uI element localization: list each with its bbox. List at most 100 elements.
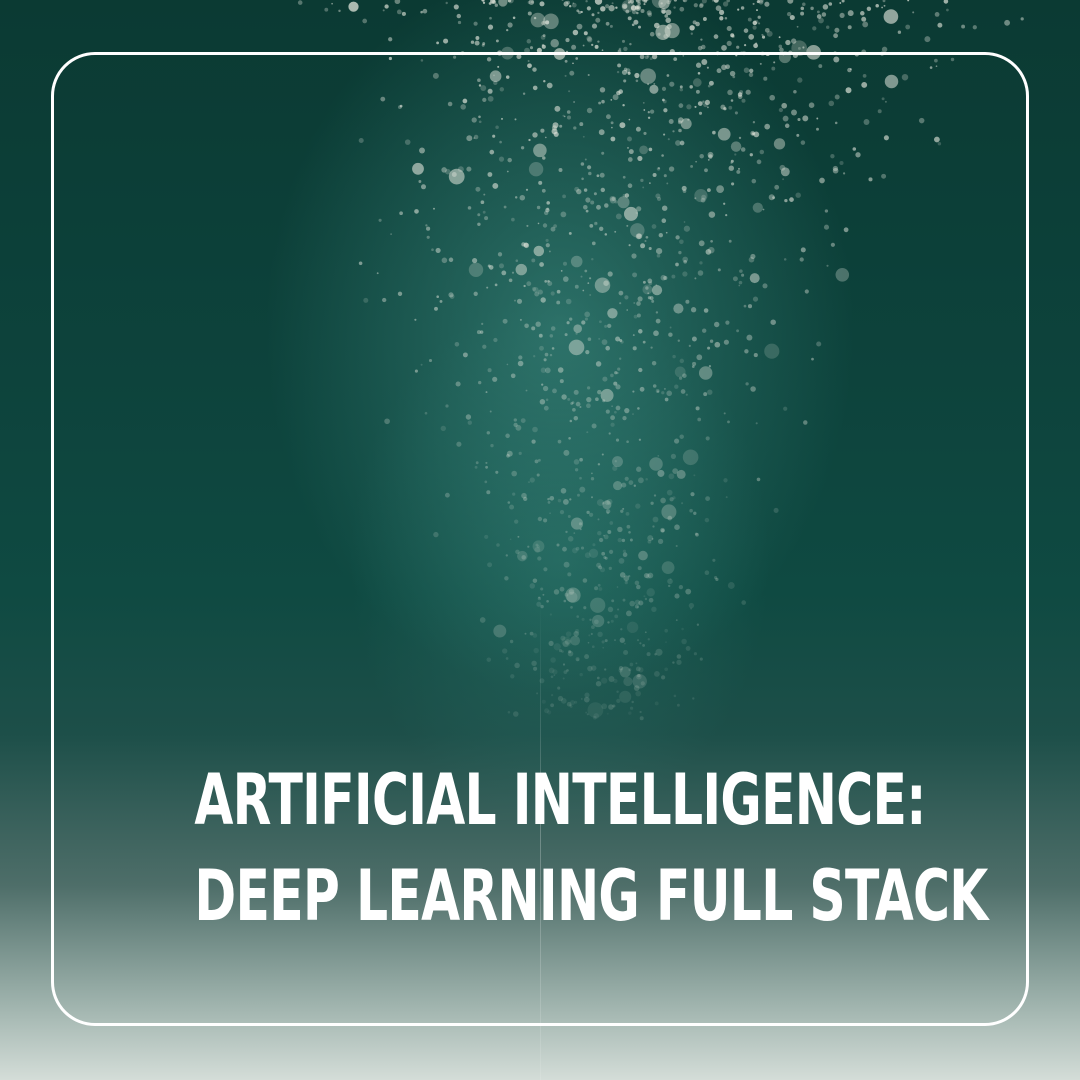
bubble <box>396 9 402 15</box>
bubble <box>907 0 910 2</box>
bubble <box>882 0 886 3</box>
title-line-2: DEEP LEARNING FULL STACK <box>194 855 988 937</box>
bubble <box>689 25 695 31</box>
bubble <box>506 28 509 32</box>
bubble <box>713 34 719 39</box>
bubble <box>761 35 766 39</box>
bubble <box>753 43 758 49</box>
bubble <box>571 44 577 50</box>
bubble <box>702 17 707 21</box>
bubble <box>883 9 899 24</box>
bubble <box>627 1 631 4</box>
bubble <box>621 3 628 9</box>
bubble <box>862 21 869 28</box>
bubble <box>786 11 792 17</box>
bubble <box>796 25 799 28</box>
bubble <box>605 21 610 26</box>
bubble <box>764 1 770 7</box>
bubble <box>758 22 761 25</box>
bubble <box>608 5 615 12</box>
bubble <box>420 10 423 14</box>
bubble <box>1020 17 1024 21</box>
bubble <box>934 12 940 17</box>
bubble <box>701 44 706 50</box>
bubble <box>331 2 333 5</box>
bubble <box>384 4 389 9</box>
bubble <box>743 28 749 33</box>
bubble <box>594 0 603 5</box>
bubble <box>539 1 545 7</box>
bubble <box>1004 19 1011 26</box>
bubble <box>713 0 719 3</box>
bubble <box>489 16 492 20</box>
bubble <box>778 36 781 39</box>
bubble <box>638 25 641 29</box>
bubble <box>961 24 966 29</box>
bubble <box>631 23 635 27</box>
bubble <box>297 0 303 5</box>
bubble <box>526 39 532 44</box>
bubble <box>847 10 854 17</box>
bubble <box>673 0 678 2</box>
bubble <box>740 6 745 10</box>
bubble <box>561 0 564 2</box>
bubble <box>752 25 757 30</box>
bubble <box>834 27 840 33</box>
bubble <box>482 1 486 4</box>
bubble <box>587 37 593 43</box>
bubble <box>847 25 852 30</box>
bubble <box>594 44 599 49</box>
bubble <box>487 24 494 30</box>
bubble <box>797 46 801 50</box>
bubble <box>861 16 867 22</box>
bubble <box>721 45 727 51</box>
bubble <box>382 9 385 12</box>
bubble <box>571 2 577 8</box>
bubble <box>609 24 613 28</box>
bubble <box>905 24 911 30</box>
bubble <box>812 26 817 31</box>
bubble <box>747 17 752 22</box>
bubble <box>495 39 499 43</box>
bubble <box>883 4 886 7</box>
bubble <box>512 16 516 20</box>
bubble <box>640 9 645 13</box>
bubble <box>866 6 872 11</box>
bubble <box>731 34 735 39</box>
bubble <box>785 39 791 46</box>
bubble <box>737 8 740 11</box>
bubble <box>388 37 393 42</box>
bubble <box>550 38 559 48</box>
bubble <box>816 10 820 14</box>
bubble <box>595 17 601 23</box>
bubble <box>897 30 902 34</box>
bubble <box>736 45 740 49</box>
post-title: ARTIFICIAL INTELLIGENCE: DEEP LEARNING F… <box>194 752 988 944</box>
bubble <box>724 16 728 20</box>
bubble <box>841 0 845 3</box>
bubble <box>601 49 604 52</box>
bubble <box>475 36 480 40</box>
bubble <box>828 2 833 6</box>
bubble <box>822 4 829 10</box>
bubble <box>800 6 805 11</box>
bubble <box>568 4 572 8</box>
bubble <box>436 41 439 45</box>
bubble <box>591 13 595 17</box>
bubble <box>445 1 448 5</box>
bubble <box>810 6 814 11</box>
bubble <box>833 33 838 39</box>
bubble <box>679 6 685 12</box>
bubble <box>348 1 359 12</box>
bubble <box>649 31 655 37</box>
bubble <box>943 0 949 4</box>
bubble <box>881 6 883 9</box>
bubble <box>586 6 592 11</box>
bubble <box>572 29 579 36</box>
bubble <box>912 11 915 14</box>
bubble <box>530 12 546 28</box>
bubble <box>743 43 747 47</box>
bubble <box>481 0 485 2</box>
bubble <box>507 0 514 4</box>
bubble <box>529 46 534 50</box>
